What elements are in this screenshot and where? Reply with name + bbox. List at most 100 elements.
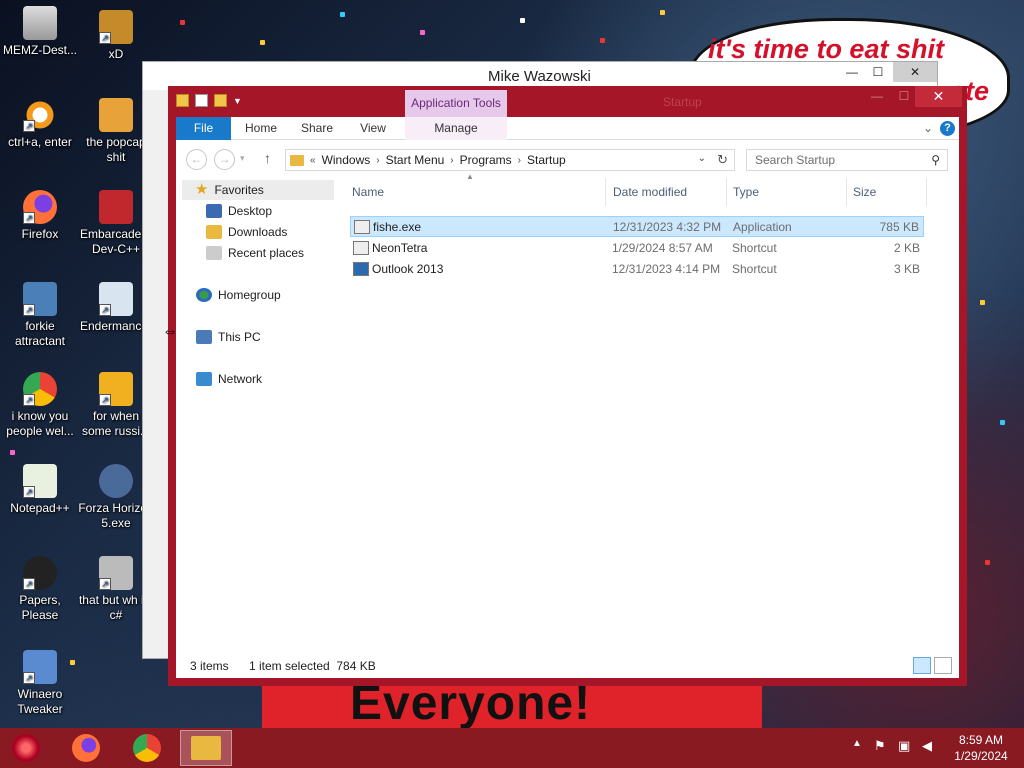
close-button[interactable]: ✕	[915, 86, 962, 107]
help-icon[interactable]: ?	[940, 121, 955, 136]
shortcut-icon	[353, 241, 369, 255]
explorer-window[interactable]: ▼ Application Tools Startup — ☐ ✕ File H…	[168, 86, 967, 686]
new-folder-icon[interactable]	[214, 94, 227, 107]
desktop-icon-notepadpp[interactable]: ↗ Notepad++	[2, 464, 78, 516]
forward-button[interactable]: →	[214, 149, 235, 170]
network-icon	[196, 372, 212, 386]
taskbar-file-explorer[interactable]	[180, 730, 232, 766]
folder-icon[interactable]	[176, 94, 189, 107]
file-row[interactable]: fishe.exe 12/31/2023 4:32 PM Application…	[350, 216, 924, 237]
breadcrumb-programs[interactable]: Programs	[460, 153, 512, 167]
start-icon	[12, 734, 40, 762]
properties-icon[interactable]	[195, 94, 208, 107]
desktop-icon-winaero[interactable]: ↗ Winaero Tweaker	[2, 650, 78, 717]
desktop-icon-xd[interactable]: ↗ xD	[78, 10, 154, 62]
refresh-icon[interactable]: ↻	[717, 152, 728, 168]
nav-network[interactable]: Network	[196, 369, 262, 389]
column-header-name[interactable]: Name	[346, 178, 606, 206]
large-icons-view-button[interactable]	[934, 657, 952, 674]
nav-downloads[interactable]: Downloads	[206, 222, 287, 242]
expand-ribbon-icon[interactable]: ⌄	[923, 121, 933, 135]
tab-view[interactable]: View	[350, 117, 396, 140]
clock[interactable]: 8:59 AM 1/29/2024	[946, 732, 1016, 764]
taskbar-chrome[interactable]	[121, 730, 173, 766]
desktop-icon-forkie[interactable]: ↗ forkie attractant	[2, 282, 78, 349]
back-button[interactable]: ←	[186, 149, 207, 170]
chevron-down-icon[interactable]: ▼	[233, 96, 242, 106]
search-input[interactable]: Search Startup ⚲	[746, 149, 948, 171]
confetti	[600, 38, 605, 43]
file-type: Application	[733, 220, 792, 234]
desktop-icon-firefox[interactable]: ↗ Firefox	[2, 190, 78, 242]
back-close-button[interactable]: ✕	[893, 62, 937, 82]
up-arrow-icon[interactable]: ↑	[264, 150, 271, 166]
file-explorer-icon	[191, 736, 221, 760]
nav-homegroup[interactable]: Homegroup	[196, 285, 281, 305]
breadcrumb-start-menu[interactable]: Start Menu	[386, 153, 445, 167]
quick-access-toolbar: ▼	[176, 94, 242, 107]
outlook-icon	[353, 262, 369, 276]
confetti	[260, 40, 265, 45]
column-header-type[interactable]: Type	[727, 178, 847, 206]
desktop-icon-papers[interactable]: ↗ Papers, Please	[2, 556, 78, 623]
tab-home[interactable]: Home	[238, 117, 284, 140]
breadcrumb-startup[interactable]: Startup	[527, 153, 566, 167]
breadcrumb-windows[interactable]: Windows	[322, 153, 371, 167]
nav-recent-places[interactable]: Recent places	[206, 243, 304, 263]
file-date: 1/29/2024 8:57 AM	[612, 241, 713, 255]
title-bar[interactable]: ▼ Application Tools Startup — ☐ ✕	[168, 86, 967, 117]
confetti	[985, 560, 990, 565]
resize-cursor: ⇔	[162, 323, 178, 340]
chevron-right-icon[interactable]: ›	[376, 155, 379, 166]
nav-desktop[interactable]: Desktop	[206, 201, 272, 221]
back-maximize-button[interactable]: ☐	[863, 62, 893, 82]
confetti	[1000, 420, 1005, 425]
app-icon: ↗	[23, 282, 57, 316]
confetti	[520, 18, 525, 23]
status-bar: 3 items 1 item selected 784 KB	[176, 654, 959, 678]
nav-favorites[interactable]: ★ Favorites	[182, 180, 334, 200]
column-header-size[interactable]: Size	[847, 178, 927, 206]
file-row[interactable]: Outlook 2013 12/31/2023 4:14 PM Shortcut…	[350, 259, 924, 280]
app-icon: ↗	[99, 556, 133, 590]
confetti	[10, 450, 15, 455]
file-name: fishe.exe	[373, 220, 422, 234]
file-type: Shortcut	[732, 262, 777, 276]
confetti	[180, 20, 185, 25]
tab-share[interactable]: Share	[294, 117, 340, 140]
search-icon[interactable]: ⚲	[931, 150, 940, 170]
start-button[interactable]	[0, 730, 52, 766]
network-tray-icon[interactable]: ▣	[898, 738, 910, 754]
recycle-bin-icon	[23, 6, 57, 40]
chevron-right-icon[interactable]: ›	[518, 155, 521, 166]
file-date: 12/31/2023 4:14 PM	[612, 262, 721, 276]
item-count: 3 items	[190, 659, 229, 673]
column-header-date[interactable]: Date modified	[607, 178, 727, 206]
volume-muted-icon[interactable]: ◀	[922, 738, 932, 754]
file-row[interactable]: NeonTetra 1/29/2024 8:57 AM Shortcut 2 K…	[350, 238, 924, 259]
nav-this-pc[interactable]: This PC	[196, 327, 261, 347]
notepadpp-icon: ↗	[23, 464, 57, 498]
address-bar[interactable]: « Windows › Start Menu › Programs › Star…	[285, 149, 735, 171]
chevron-right-icon[interactable]: ›	[450, 155, 453, 166]
details-view-button[interactable]	[913, 657, 931, 674]
flag-icon[interactable]: ⚑	[874, 738, 886, 754]
address-dropdown-icon[interactable]: ⌄	[698, 153, 706, 164]
folder-icon	[290, 154, 304, 166]
desktop-icon-chrome[interactable]: ↗ i know you people wel...	[2, 372, 78, 439]
recent-dropdown-icon[interactable]: ▾	[240, 153, 245, 164]
minimize-button[interactable]: —	[863, 86, 891, 107]
desktop-icon-ctrl-a[interactable]: ↗ ctrl+a, enter	[2, 98, 78, 150]
file-size: 2 KB	[893, 241, 920, 255]
explorer-body: File Home Share View Manage ⌄ ? ← → ▾ ↑ …	[176, 117, 959, 678]
firefox-icon: ↗	[23, 190, 57, 224]
tab-file[interactable]: File	[176, 117, 231, 140]
maximize-button[interactable]: ☐	[890, 86, 918, 107]
overflow-chevron[interactable]: «	[310, 155, 316, 166]
desktop-icon-memz[interactable]: MEMZ-Dest...	[2, 6, 78, 58]
show-hidden-icons-icon[interactable]: ▲	[852, 738, 862, 749]
file-name: NeonTetra	[372, 241, 428, 255]
taskbar-firefox[interactable]	[60, 730, 112, 766]
tab-manage[interactable]: Manage	[405, 117, 507, 140]
app-icon: ↗	[23, 556, 57, 590]
